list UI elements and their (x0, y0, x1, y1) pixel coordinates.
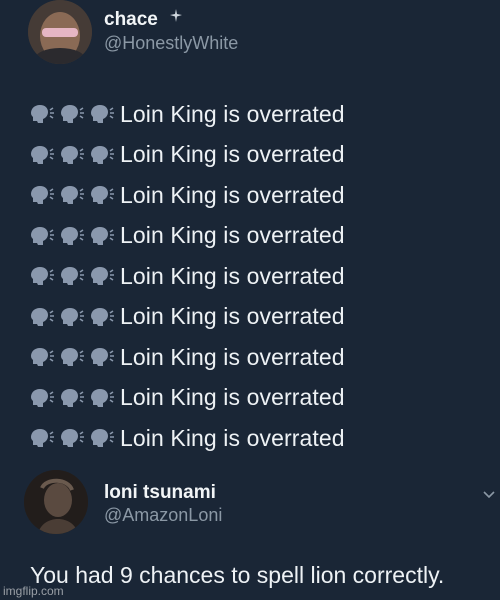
speaking-head-icon (61, 145, 84, 164)
tweet-line-text: Loin King is overrated (120, 222, 345, 249)
emoji-group (28, 102, 118, 126)
speaking-head-icon (91, 145, 114, 164)
emoji-group (28, 426, 118, 450)
speaking-head-icon (91, 226, 114, 245)
watermark: imgflip.com (3, 584, 64, 598)
speaking-head-icon (61, 186, 84, 205)
speaking-head-icon (61, 388, 84, 407)
display-name[interactable]: loni tsunami (104, 482, 216, 504)
tweet-line-text: Loin King is overrated (120, 100, 345, 127)
speaking-head-icon (31, 388, 54, 407)
speaking-head-icon (31, 307, 54, 326)
tweet-line: Loin King is overrated (28, 175, 345, 216)
tweet-line: Loin King is overrated (28, 256, 345, 297)
speaking-head-icon (31, 348, 54, 367)
user-handle[interactable]: @HonestlyWhite (104, 33, 238, 54)
tweet-line: Loin King is overrated (28, 297, 345, 338)
speaking-head-icon (31, 429, 54, 448)
display-name[interactable]: chace (104, 9, 158, 31)
tweet-loni[interactable]: loni tsunami @AmazonLoni You had 9 chanc… (0, 466, 500, 600)
speaking-head-icon (91, 186, 114, 205)
speaking-head-icon (31, 267, 54, 286)
tweet-line: Loin King is overrated (28, 418, 345, 459)
speaking-head-icon (31, 226, 54, 245)
tweet-line-text: Loin King is overrated (120, 424, 345, 451)
reply-text: You had 9 chances to spell lion correctl… (30, 562, 445, 588)
tweet-line-text: Loin King is overrated (120, 303, 345, 330)
emoji-group (28, 345, 118, 369)
tweet-line: Loin King is overrated (28, 337, 345, 378)
tweet-line: Loin King is overrated (28, 94, 345, 135)
speaking-head-icon (91, 348, 114, 367)
tweet-line: Loin King is overrated (28, 135, 345, 176)
speaking-head-icon (31, 186, 54, 205)
tweet-line-text: Loin King is overrated (120, 262, 345, 289)
tweet-line-text: Loin King is overrated (120, 181, 345, 208)
tweet-body: Loin King is overrated Loin King is over… (28, 94, 345, 459)
speaking-head-icon (61, 105, 84, 124)
speaking-head-icon (91, 267, 114, 286)
tweet-line-text: Loin King is overrated (120, 141, 345, 168)
tweet-line-text: Loin King is overrated (120, 384, 345, 411)
emoji-group (28, 305, 118, 329)
speaking-head-icon (91, 388, 114, 407)
speaking-head-icon (91, 307, 114, 326)
speaking-head-icon (61, 429, 84, 448)
user-handle[interactable]: @AmazonLoni (104, 505, 222, 526)
speaking-head-icon (91, 105, 114, 124)
speaking-head-icon (61, 307, 84, 326)
speaking-head-icon (91, 429, 114, 448)
speaking-head-icon (31, 105, 54, 124)
speaking-head-icon (61, 348, 84, 367)
sparkle-icon (170, 9, 182, 22)
speaking-head-icon (61, 226, 84, 245)
emoji-group (28, 224, 118, 248)
avatar[interactable] (24, 470, 88, 534)
speaking-head-icon (61, 267, 84, 286)
emoji-group (28, 183, 118, 207)
tweet-chace[interactable]: chace @HonestlyWhite Loin King is overra… (0, 0, 500, 460)
avatar[interactable] (28, 0, 92, 64)
emoji-group (28, 143, 118, 167)
speaking-head-icon (31, 145, 54, 164)
tweet-line: Loin King is overrated (28, 216, 345, 257)
tweet-line: Loin King is overrated (28, 378, 345, 419)
emoji-group (28, 264, 118, 288)
chevron-down-icon[interactable] (482, 490, 496, 500)
emoji-group (28, 386, 118, 410)
tweet-line-text: Loin King is overrated (120, 343, 345, 370)
